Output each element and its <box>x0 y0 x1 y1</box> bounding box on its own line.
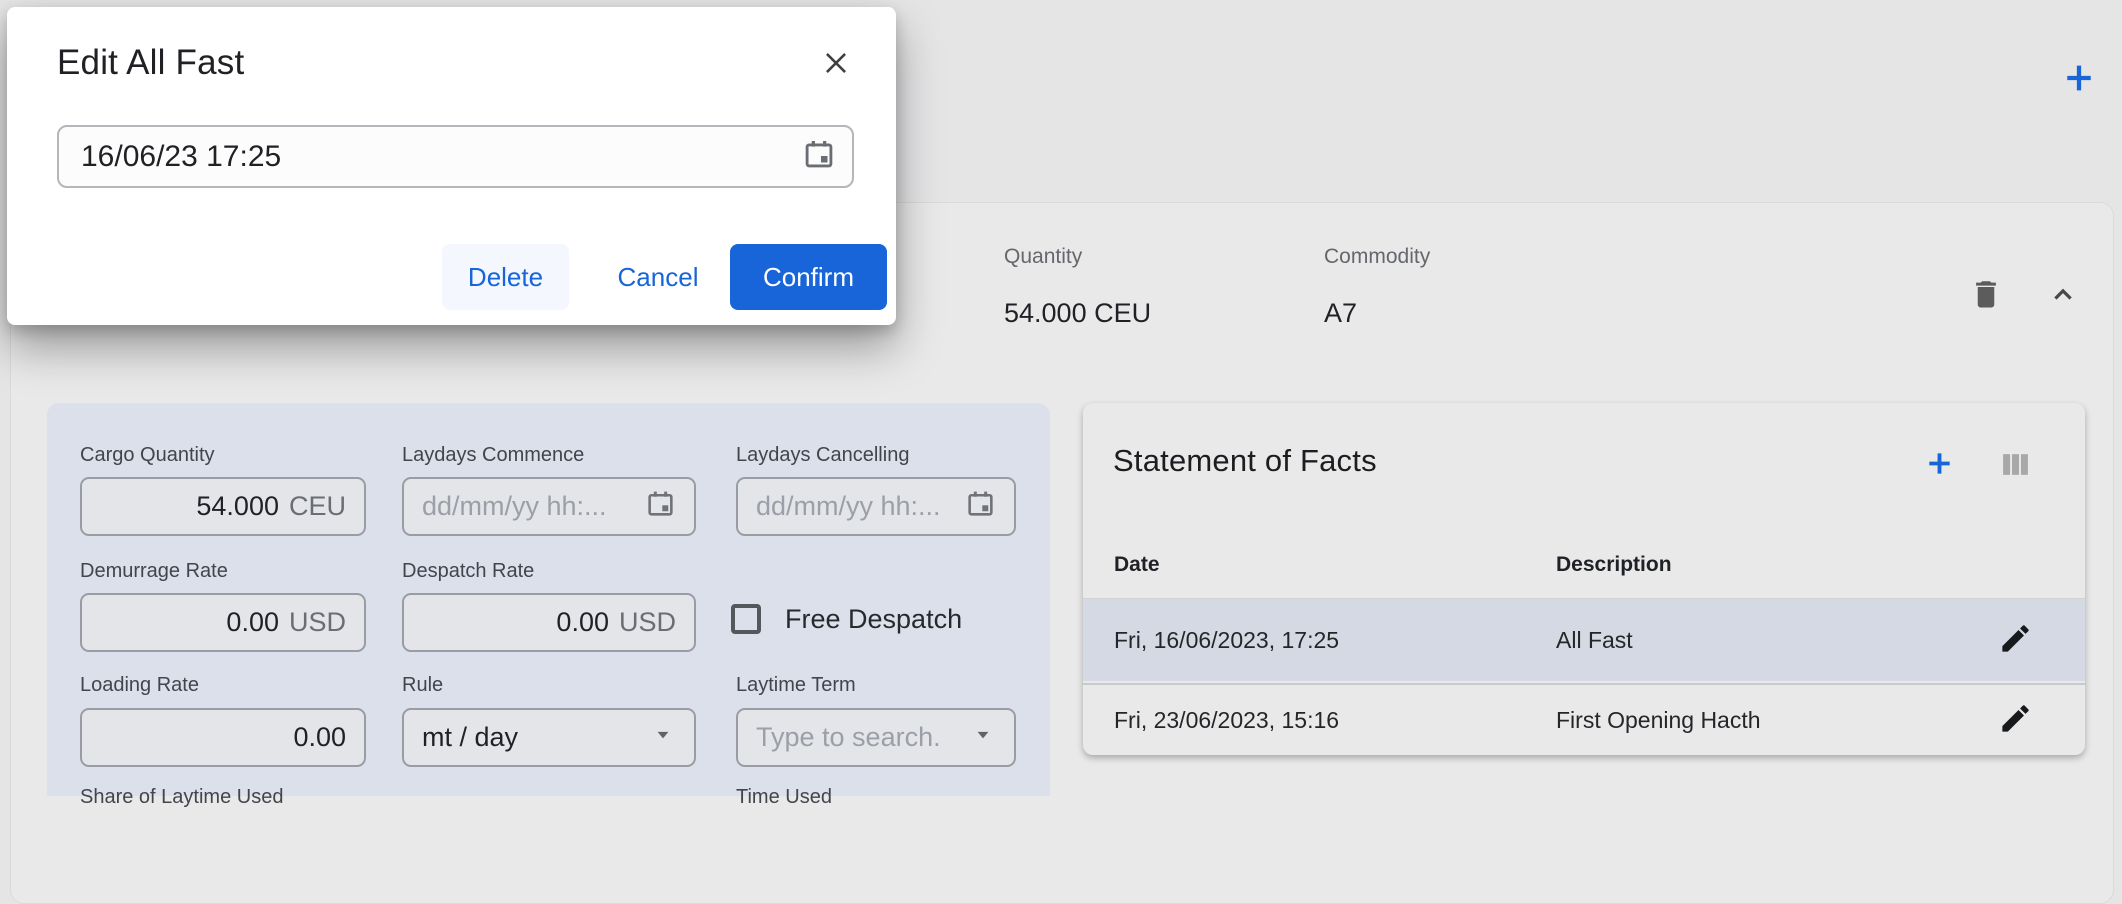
statement-of-facts-panel: Statement of Facts Date Description Fri,… <box>1083 403 2085 755</box>
sof-title: Statement of Facts <box>1113 443 1377 479</box>
columns-icon <box>2000 449 2031 483</box>
sof-row-date: Fri, 23/06/2023, 15:16 <box>1114 707 1339 734</box>
rule-value: mt / day <box>422 722 650 753</box>
pencil-icon <box>1998 701 2033 739</box>
demurrage-rate-input[interactable]: 0.00 USD <box>80 593 366 652</box>
despatch-rate-label: Despatch Rate <box>402 560 534 583</box>
commodity-value: A7 <box>1324 298 1357 329</box>
trash-icon <box>1968 276 2004 315</box>
edit-all-fast-dialog: Edit All Fast 16/06/23 17:25 Delete Canc… <box>7 7 896 325</box>
close-icon <box>820 47 852 82</box>
sof-columns-button[interactable] <box>1997 448 2033 484</box>
pencil-icon <box>1998 621 2033 659</box>
sof-row-date: Fri, 16/06/2023, 17:25 <box>1114 627 1339 654</box>
laydays-cancelling-label: Laydays Cancelling <box>736 444 909 467</box>
laytime-term-select[interactable]: Type to search. <box>736 708 1016 767</box>
demurrage-rate-unit: USD <box>289 607 346 638</box>
loading-rate-input[interactable]: 0.00 <box>80 708 366 767</box>
calendar-icon[interactable] <box>802 137 836 176</box>
laydays-commence-label: Laydays Commence <box>402 444 584 467</box>
close-button[interactable] <box>817 45 855 83</box>
free-despatch-label: Free Despatch <box>785 604 962 634</box>
laytime-term-label: Laytime Term <box>736 674 856 697</box>
commodity-label: Commodity <box>1324 245 1430 269</box>
plus-icon <box>1923 447 1956 483</box>
free-despatch-checkbox[interactable] <box>731 604 761 634</box>
loading-rate-label: Loading Rate <box>80 674 199 697</box>
cargo-quantity-input[interactable]: 54.000 CEU <box>80 477 366 536</box>
despatch-rate-value: 0.00 <box>556 607 609 638</box>
time-used-label: Time Used <box>736 786 832 809</box>
caret-down-icon <box>650 721 676 754</box>
sof-row-description: First Opening Hacth <box>1556 707 1761 734</box>
laydays-commence-input[interactable]: dd/mm/yy hh:... <box>402 477 696 536</box>
rule-label: Rule <box>402 674 443 697</box>
sof-description-header: Description <box>1556 553 1672 577</box>
calendar-icon[interactable] <box>645 488 676 526</box>
delete-button[interactable]: Delete <box>442 244 569 310</box>
delete-cargo-button[interactable] <box>1966 274 2006 316</box>
dialog-title: Edit All Fast <box>57 43 244 83</box>
share-of-laytime-used-label: Share of Laytime Used <box>80 786 283 809</box>
quantity-label: Quantity <box>1004 245 1082 269</box>
laydays-commence-placeholder: dd/mm/yy hh:... <box>422 491 645 522</box>
rule-select[interactable]: mt / day <box>402 708 696 767</box>
despatch-rate-unit: USD <box>619 607 676 638</box>
datetime-input[interactable]: 16/06/23 17:25 <box>57 125 854 188</box>
cancel-button[interactable]: Cancel <box>603 244 713 310</box>
loading-rate-value: 0.00 <box>293 722 346 753</box>
demurrage-rate-label: Demurrage Rate <box>80 560 228 583</box>
sof-row-description: All Fast <box>1556 627 1633 654</box>
cargo-quantity-unit: CEU <box>289 491 346 522</box>
laydays-cancelling-input[interactable]: dd/mm/yy hh:... <box>736 477 1016 536</box>
plus-icon <box>2060 59 2098 100</box>
demurrage-rate-value: 0.00 <box>226 607 279 638</box>
caret-down-icon <box>970 721 996 754</box>
edit-row-button[interactable] <box>1995 700 2035 740</box>
collapse-cargo-button[interactable] <box>2044 278 2082 314</box>
sof-row[interactable]: Fri, 23/06/2023, 15:16 First Opening Hac… <box>1083 683 2085 755</box>
calendar-icon[interactable] <box>965 488 996 526</box>
add-button[interactable] <box>2058 58 2100 100</box>
laytime-term-placeholder: Type to search. <box>756 722 970 753</box>
datetime-value: 16/06/23 17:25 <box>81 140 802 174</box>
despatch-rate-input[interactable]: 0.00 USD <box>402 593 696 652</box>
laydays-cancelling-placeholder: dd/mm/yy hh:... <box>756 491 965 522</box>
edit-row-button[interactable] <box>1995 620 2035 660</box>
cargo-quantity-value: 54.000 <box>196 491 279 522</box>
chevron-up-icon <box>2047 279 2079 314</box>
confirm-button[interactable]: Confirm <box>730 244 887 310</box>
quantity-value: 54.000 CEU <box>1004 298 1151 329</box>
sof-row[interactable]: Fri, 16/06/2023, 17:25 All Fast <box>1083 599 2085 681</box>
cargo-quantity-label: Cargo Quantity <box>80 444 215 467</box>
sof-date-header: Date <box>1114 553 1160 577</box>
sof-add-button[interactable] <box>1919 445 1959 485</box>
